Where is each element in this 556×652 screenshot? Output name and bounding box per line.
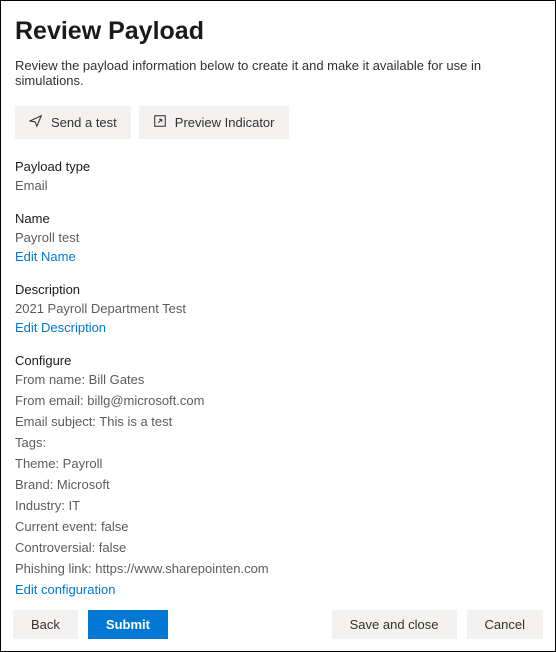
config-item: Email subject: This is a test [15,414,541,429]
payload-type-label: Payload type [15,159,541,174]
preview-indicator-label: Preview Indicator [175,115,275,130]
config-item: Phishing link: https://www.sharepointen.… [15,561,541,576]
preview-indicator-button[interactable]: Preview Indicator [139,106,289,139]
edit-name-link[interactable]: Edit Name [15,249,76,264]
page-title: Review Payload [15,17,541,46]
payload-type-section: Payload type Email [15,159,541,193]
page-subtitle: Review the payload information below to … [15,58,541,88]
edit-description-link[interactable]: Edit Description [15,320,106,335]
configure-section: Configure From name: Bill Gates From ema… [15,353,541,597]
send-test-label: Send a test [51,115,117,130]
config-item: Industry: IT [15,498,541,513]
config-item: Tags: [15,435,541,450]
send-icon [29,114,43,131]
name-value: Payroll test [15,230,541,245]
config-item: Controversial: false [15,540,541,555]
save-and-close-button[interactable]: Save and close [332,610,457,639]
cancel-button[interactable]: Cancel [467,610,543,639]
send-test-button[interactable]: Send a test [15,106,131,139]
description-value: 2021 Payroll Department Test [15,301,541,316]
name-section: Name Payroll test Edit Name [15,211,541,264]
config-item: From name: Bill Gates [15,372,541,387]
preview-icon [153,114,167,131]
config-item: Theme: Payroll [15,456,541,471]
payload-type-value: Email [15,178,541,193]
action-row: Send a test Preview Indicator [15,106,541,139]
back-button[interactable]: Back [13,610,78,639]
config-item: Current event: false [15,519,541,534]
configure-label: Configure [15,353,541,368]
edit-configuration-link[interactable]: Edit configuration [15,582,115,597]
name-label: Name [15,211,541,226]
description-label: Description [15,282,541,297]
config-item: From email: billg@microsoft.com [15,393,541,408]
config-item: Brand: Microsoft [15,477,541,492]
description-section: Description 2021 Payroll Department Test… [15,282,541,335]
submit-button[interactable]: Submit [88,610,168,639]
footer: Back Submit Save and close Cancel [1,598,555,651]
configure-list: From name: Bill Gates From email: billg@… [15,372,541,576]
